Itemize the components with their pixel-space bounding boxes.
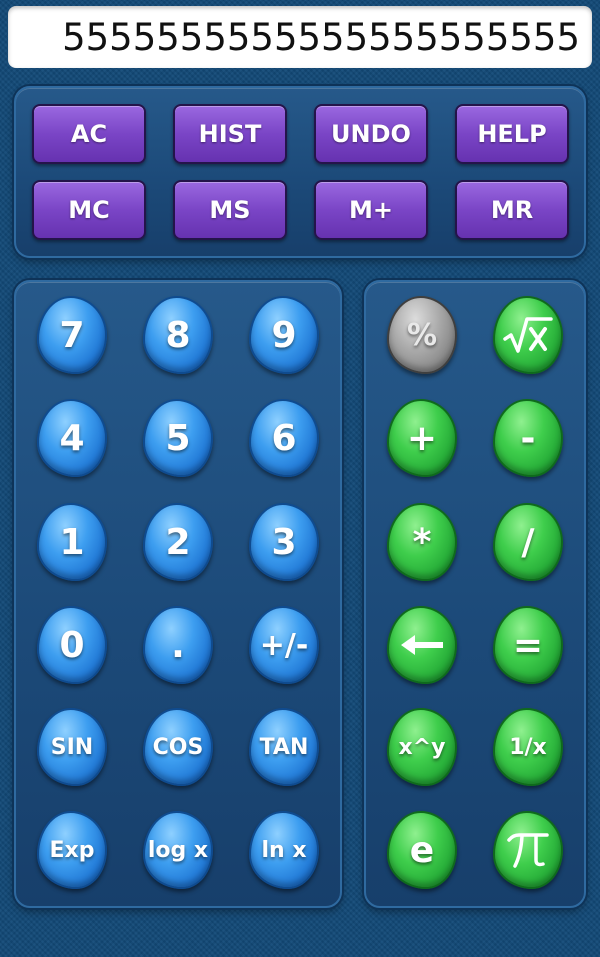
key-3-label: 3 (271, 521, 297, 563)
key-decimal-point[interactable]: . (143, 606, 213, 684)
key-e[interactable]: e (387, 811, 457, 889)
key-cos-label: COS (152, 734, 204, 760)
ac-button[interactable]: AC (32, 104, 146, 164)
key-7[interactable]: 7 (37, 296, 107, 374)
display-value: 5555555555555555555555 (62, 15, 580, 59)
key-sin-label: SIN (50, 734, 94, 760)
display-screen: 5555555555555555555555 (8, 6, 592, 68)
key-plus-minus[interactable]: +/- (249, 606, 319, 684)
undo-button[interactable]: UNDO (314, 104, 428, 164)
key-equals[interactable]: = (493, 606, 563, 684)
key-6[interactable]: 6 (249, 399, 319, 477)
key-plus-label: + (406, 417, 438, 459)
key-log-label: log x (147, 837, 209, 863)
key-power-label: x^y (398, 734, 446, 760)
key-cos[interactable]: COS (143, 708, 213, 786)
key-square-root[interactable] (493, 296, 563, 374)
key-reciprocal-label: 1/x (509, 734, 547, 760)
key-exp[interactable]: Exp (37, 811, 107, 889)
key-minus-label: - (520, 417, 536, 459)
help-button[interactable]: HELP (455, 104, 569, 164)
m-plus-button[interactable]: M+ (314, 180, 428, 240)
operator-panel (364, 280, 586, 908)
key-9[interactable]: 9 (249, 296, 319, 374)
ms-button[interactable]: MS (173, 180, 287, 240)
key-multiply[interactable]: * (387, 503, 457, 581)
key-tan[interactable]: TAN (249, 708, 319, 786)
key-divide[interactable]: / (493, 503, 563, 581)
key-0-label: 0 (59, 624, 85, 666)
key-equals-label: = (512, 624, 544, 666)
key-1-label: 1 (59, 521, 85, 563)
key-4-label: 4 (59, 417, 85, 459)
key-sin[interactable]: SIN (37, 708, 107, 786)
key-6-label: 6 (271, 417, 297, 459)
square-root-icon (503, 317, 553, 353)
key-log[interactable]: log x (143, 811, 213, 889)
key-divide-label: / (521, 521, 535, 563)
key-2-label: 2 (165, 521, 191, 563)
key-5-label: 5 (165, 417, 191, 459)
key-e-label: e (409, 829, 435, 871)
key-9-label: 9 (271, 314, 297, 356)
key-pi[interactable] (493, 811, 563, 889)
key-decimal-point-label: . (171, 624, 185, 666)
key-0[interactable]: 0 (37, 606, 107, 684)
key-3[interactable]: 3 (249, 503, 319, 581)
key-8-label: 8 (165, 314, 191, 356)
key-reciprocal[interactable]: 1/x (493, 708, 563, 786)
key-percent[interactable]: % (387, 296, 457, 374)
pi-icon (507, 833, 549, 868)
key-multiply-label: * (412, 521, 432, 563)
mr-button[interactable]: MR (455, 180, 569, 240)
key-tan-label: TAN (259, 734, 309, 760)
key-percent-label: % (406, 317, 438, 353)
key-7-label: 7 (59, 314, 85, 356)
key-plus-minus-label: +/- (259, 627, 309, 663)
key-8[interactable]: 8 (143, 296, 213, 374)
backspace-arrow-icon (401, 635, 443, 655)
key-ln[interactable]: ln x (249, 811, 319, 889)
key-2[interactable]: 2 (143, 503, 213, 581)
key-minus[interactable]: - (493, 399, 563, 477)
key-1[interactable]: 1 (37, 503, 107, 581)
key-plus[interactable]: + (387, 399, 457, 477)
key-power[interactable]: x^y (387, 708, 457, 786)
key-4[interactable]: 4 (37, 399, 107, 477)
key-5[interactable]: 5 (143, 399, 213, 477)
key-backspace[interactable] (387, 606, 457, 684)
hist-button[interactable]: HIST (173, 104, 287, 164)
mc-button[interactable]: MC (32, 180, 146, 240)
key-ln-label: ln x (261, 837, 307, 863)
memory-panel: AC HIST UNDO HELP MC MS M+ MR (14, 86, 586, 258)
key-exp-label: Exp (49, 837, 95, 863)
